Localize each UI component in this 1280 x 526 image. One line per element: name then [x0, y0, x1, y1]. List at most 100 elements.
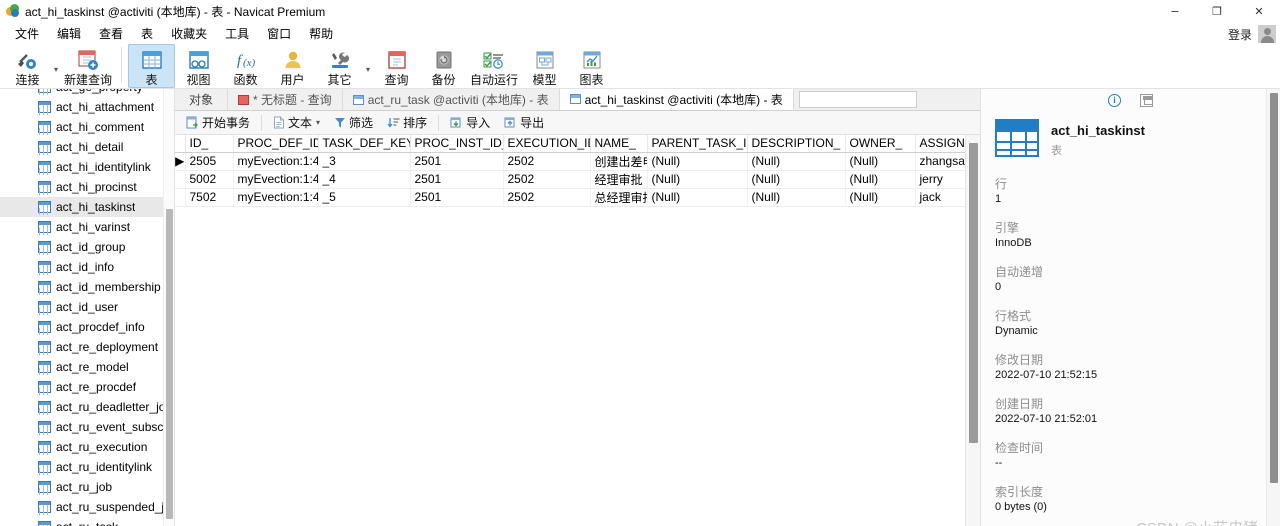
cell-PARENT_TASK_ID_[interactable]: (Null): [647, 188, 748, 207]
sidebar-item-act_hi_detail[interactable]: act_hi_detail: [0, 137, 174, 157]
close-button[interactable]: ✕: [1238, 0, 1280, 22]
tab-objects[interactable]: 对象: [175, 89, 229, 110]
text-chevron-down-icon[interactable]: ▾: [316, 118, 320, 127]
cell-NAME_[interactable]: 总经理审批: [590, 188, 648, 207]
toolbar-other-button[interactable]: 其它: [316, 44, 363, 88]
other-chevron-down-icon[interactable]: ▾: [363, 44, 373, 88]
sidebar-item-act_id_group[interactable]: act_id_group: [0, 237, 174, 257]
column-header-NAME_[interactable]: NAME_: [590, 135, 648, 153]
sidebar-item-act_hi_taskinst[interactable]: act_hi_taskinst: [0, 197, 174, 217]
cell-PROC_INST_ID_[interactable]: 2501: [410, 152, 504, 171]
export-button[interactable]: 导出: [497, 111, 551, 134]
cell-TASK_DEF_KEY_[interactable]: _5: [318, 188, 411, 207]
sidebar-item-act_ru_suspended_j[interactable]: act_ru_suspended_j: [0, 497, 174, 517]
cell-OWNER_[interactable]: (Null): [845, 152, 916, 171]
cell-OWNER_[interactable]: (Null): [845, 188, 916, 207]
menu-favorites[interactable]: 收藏夹: [162, 23, 216, 44]
table-row[interactable]: 5002 myEvection:1:4 _4 2501 2502 经理审批 (Null) (N…: [175, 170, 965, 189]
cell-NAME_[interactable]: 创建出差申请: [590, 152, 648, 171]
grid-vertical-scrollbar[interactable]: [965, 135, 980, 526]
cell-PROC_INST_ID_[interactable]: 2501: [410, 188, 504, 207]
column-header-ASSIGNE[interactable]: ASSIGNE: [915, 135, 965, 153]
cell-DESCRIPTION_[interactable]: (Null): [747, 170, 846, 189]
cell-EXECUTION_ID_[interactable]: 2502: [503, 188, 591, 207]
menu-help[interactable]: 帮助: [300, 23, 342, 44]
tab-act-hi-taskinst[interactable]: act_hi_taskinst @activiti (本地库) - 表: [559, 89, 794, 110]
cell-ASSIGNE[interactable]: jerry: [915, 170, 965, 189]
toolbar-new-query-button[interactable]: 新建查询: [61, 44, 115, 88]
grid-scroll-thumb[interactable]: [969, 143, 978, 443]
table-row[interactable]: 7502myEvection:1:4_525012502总经理审批(Null)(…: [175, 188, 965, 207]
filter-button[interactable]: 筛选: [327, 111, 380, 134]
sidebar-item-act_ru_job[interactable]: act_ru_job: [0, 477, 174, 497]
avatar[interactable]: [1258, 25, 1276, 43]
cell-TASK_DEF_KEY_[interactable]: _4: [318, 170, 411, 189]
sidebar-item-act_ru_event_subscr[interactable]: act_ru_event_subscr: [0, 417, 174, 437]
cell-PROC_DEF_ID_[interactable]: myEvection:1:4: [233, 188, 319, 207]
column-header-EXECUTION_ID_[interactable]: EXECUTION_ID_: [503, 135, 591, 153]
cell-ID_[interactable]: 2505: [185, 152, 234, 171]
toolbar-view-button[interactable]: 视图: [175, 44, 222, 88]
tab-search-input[interactable]: [798, 91, 917, 108]
sidebar-item-act_ru_identitylink[interactable]: act_ru_identitylink: [0, 457, 174, 477]
column-header-OWNER_[interactable]: OWNER_: [845, 135, 916, 153]
menu-tools[interactable]: 工具: [216, 23, 258, 44]
begin-transaction-button[interactable]: 开始事务: [179, 111, 257, 134]
menu-view[interactable]: 查看: [90, 23, 132, 44]
toolbar-automation-button[interactable]: 自动运行: [467, 44, 521, 88]
tab-untitled-query[interactable]: * 无标题 - 查询: [228, 89, 343, 110]
cell-PROC_INST_ID_[interactable]: 2501: [410, 170, 504, 189]
table-row[interactable]: ▶2505myEvection:1:4_325012502创建出差申请(Null…: [175, 152, 965, 171]
cell-DESCRIPTION_[interactable]: (Null): [747, 188, 846, 207]
cell-TASK_DEF_KEY_[interactable]: _3: [318, 152, 411, 171]
ddl-tab-button[interactable]: [1139, 92, 1155, 108]
info-tab-button[interactable]: i: [1107, 92, 1123, 108]
sidebar-item-act_hi_attachment[interactable]: act_hi_attachment: [0, 97, 174, 117]
cell-PROC_DEF_ID_[interactable]: myEvection:1:4: [233, 170, 319, 189]
cell-ASSIGNE[interactable]: jack: [915, 188, 965, 207]
cell-EXECUTION_ID_[interactable]: 2502: [503, 170, 591, 189]
column-header-TASK_DEF_KEY_[interactable]: TASK_DEF_KEY_: [318, 135, 411, 153]
sidebar-item-act_re_model[interactable]: act_re_model: [0, 357, 174, 377]
sidebar-item-act_id_membership[interactable]: act_id_membership: [0, 277, 174, 297]
toolbar-table-button[interactable]: 表: [128, 44, 175, 88]
sidebar-scroll-thumb[interactable]: [166, 209, 173, 519]
toolbar-query-button[interactable]: 查询: [373, 44, 420, 88]
column-header-PROC_INST_ID_[interactable]: PROC_INST_ID_: [410, 135, 504, 153]
sidebar-item-act_hi_varinst[interactable]: act_hi_varinst: [0, 217, 174, 237]
menu-window[interactable]: 窗口: [258, 23, 300, 44]
sidebar-item-act_hi_procinst[interactable]: act_hi_procinst: [0, 177, 174, 197]
info-panel-scrollbar[interactable]: [1266, 89, 1280, 526]
cell-EXECUTION_ID_[interactable]: 2502: [503, 152, 591, 171]
maximize-button[interactable]: ❐: [1196, 0, 1238, 22]
sort-button[interactable]: 排序: [380, 111, 434, 134]
menu-edit[interactable]: 编辑: [48, 23, 90, 44]
text-view-button[interactable]: 文本 ▾: [266, 111, 327, 134]
sidebar-item-act_ge_property[interactable]: act_ge_property: [0, 89, 174, 97]
toolbar-chart-button[interactable]: 图表: [568, 44, 615, 88]
toolbar-user-button[interactable]: 用户: [269, 44, 316, 88]
toolbar-function-button[interactable]: f (x) 函数: [222, 44, 269, 88]
sidebar-item-act_id_user[interactable]: act_id_user: [0, 297, 174, 317]
column-header-PARENT_TASK_ID_[interactable]: PARENT_TASK_ID_: [647, 135, 748, 153]
cell-OWNER_[interactable]: (Null): [845, 170, 916, 189]
column-header-DESCRIPTION_[interactable]: DESCRIPTION_: [747, 135, 846, 153]
tab-act-ru-task[interactable]: act_ru_task @activiti (本地库) - 表: [342, 89, 560, 110]
sidebar-item-act_re_deployment[interactable]: act_re_deployment: [0, 337, 174, 357]
toolbar-connection-button[interactable]: 连接: [4, 44, 51, 88]
menu-table[interactable]: 表: [132, 23, 162, 44]
cell-ASSIGNE[interactable]: zhangsa: [915, 152, 965, 171]
toolbar-model-button[interactable]: 模型: [521, 44, 568, 88]
column-header-ID_[interactable]: ID_: [185, 135, 234, 153]
cell-DESCRIPTION_[interactable]: (Null): [747, 152, 846, 171]
cell-PARENT_TASK_ID_[interactable]: (Null): [647, 152, 748, 171]
sidebar-item-act_procdef_info[interactable]: act_procdef_info: [0, 317, 174, 337]
sidebar-item-act_ru_execution[interactable]: act_ru_execution: [0, 437, 174, 457]
cell-ID_[interactable]: 5002: [185, 170, 234, 189]
data-grid[interactable]: ID_PROC_DEF_ID_TASK_DEF_KEY_PROC_INST_ID…: [175, 135, 965, 526]
connection-chevron-down-icon[interactable]: ▾: [51, 44, 61, 88]
cell-PROC_DEF_ID_[interactable]: myEvection:1:4: [233, 152, 319, 171]
info-scroll-thumb[interactable]: [1270, 93, 1278, 483]
sidebar-scrollbar[interactable]: [163, 89, 174, 526]
import-button[interactable]: 导入: [443, 111, 497, 134]
